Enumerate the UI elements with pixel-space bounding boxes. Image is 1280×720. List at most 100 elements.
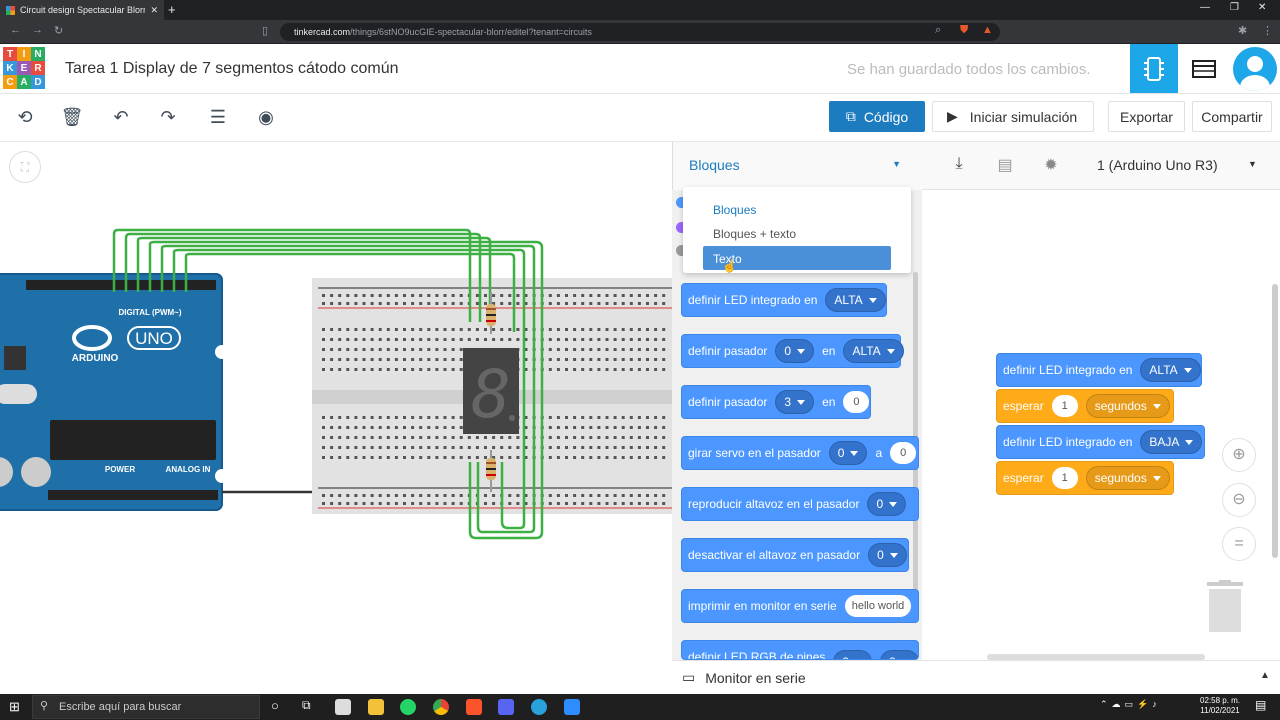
block-dropdown[interactable]: 0 — [828, 441, 868, 465]
url-field[interactable]: tinkercad.com/things/6stNO9ucGIE-spectac… — [280, 23, 1000, 41]
workspace-scrollbar-vertical[interactable] — [1272, 284, 1278, 558]
windows-start-icon[interactable]: ⊞ — [9, 699, 20, 715]
minimize-icon[interactable]: — — [1200, 2, 1210, 13]
block-dropdown[interactable]: 0 — [775, 339, 815, 363]
reload-icon[interactable]: ↻ — [54, 24, 63, 37]
brave-shield-icon[interactable]: ⛊ — [960, 24, 968, 37]
notifications-icon[interactable]: ▤ — [1255, 698, 1266, 712]
download-icon[interactable]: ⤓ — [948, 155, 970, 177]
rotate-icon[interactable]: ⟲ — [12, 104, 38, 130]
tinkercad-logo[interactable]: TINKERCAD — [3, 47, 45, 89]
redo-icon[interactable]: ↷ — [155, 104, 181, 130]
palette-block-rotate-servo[interactable]: girar servo en el pasador 0 a 0 — [681, 436, 919, 470]
user-avatar[interactable] — [1233, 47, 1277, 91]
taskbar-search[interactable]: Escribe aquí para buscar — [32, 695, 260, 719]
browser-tab[interactable]: Circuit design Spectacular Blorr | ✕ — [0, 0, 164, 20]
palette-block-set-pin-value[interactable]: definir pasador 3 en 0 — [681, 385, 871, 419]
workspace-block-wait-1[interactable]: esperar 1 segundos — [996, 389, 1174, 423]
workspace-block-set-led-low[interactable]: definir LED integrado en BAJA — [996, 425, 1205, 459]
close-tab-icon[interactable]: ✕ — [150, 5, 158, 16]
block-dropdown[interactable]: 0 — [868, 543, 907, 567]
workspace-block-set-led-high[interactable]: definir LED integrado en ALTA — [996, 353, 1202, 387]
block-dropdown[interactable]: 3 — [833, 650, 873, 659]
file-explorer-icon[interactable] — [368, 699, 384, 715]
delete-icon[interactable]: 🗑 — [59, 104, 85, 130]
brave-icon[interactable] — [466, 699, 482, 715]
forward-icon[interactable]: → — [32, 24, 43, 36]
notes-icon[interactable]: ☰ — [205, 104, 231, 130]
block-label: reproducir altavoz en el pasador — [688, 497, 860, 511]
app-icon[interactable] — [335, 699, 351, 715]
bookmark-icon[interactable]: ▯ — [262, 24, 268, 37]
block-label: definir LED RGB de pines — [688, 650, 826, 660]
chevron-down-icon[interactable]: ▼ — [1248, 159, 1257, 169]
palette-block-set-rgb-led[interactable]: definir LED RGB de pines 33 — [681, 640, 919, 660]
block-dropdown[interactable]: segundos — [1085, 466, 1170, 490]
block-dropdown[interactable]: 3 — [775, 390, 815, 414]
start-simulation-button[interactable]: ▶ Iniciar simulación — [932, 101, 1094, 132]
visibility-icon[interactable]: ◉ — [253, 104, 279, 130]
palette-block-print-serial[interactable]: imprimir en monitor en serie hello world — [681, 589, 919, 623]
palette-block-play-speaker[interactable]: reproducir altavoz en el pasador 0 — [681, 487, 919, 521]
block-dropdown[interactable]: 3 — [880, 650, 918, 659]
block-dropdown[interactable]: ALTA — [843, 339, 904, 363]
discord-icon[interactable] — [498, 699, 514, 715]
logo-letter: D — [31, 75, 45, 89]
block-label: en — [822, 344, 836, 358]
palette-block-turn-off-speaker[interactable]: desactivar el altavoz en pasador 0 — [681, 538, 909, 572]
block-label: definir pasador — [688, 344, 768, 358]
zoom-reset-icon[interactable]: = — [1222, 527, 1256, 561]
menu-item-blocks[interactable]: Bloques — [713, 203, 756, 217]
code-mode-select[interactable]: Bloques ▼ — [681, 150, 911, 180]
close-window-icon[interactable]: ✕ — [1258, 2, 1266, 13]
zoom-out-icon[interactable]: ⊖ — [1222, 483, 1256, 517]
logo-letter: K — [3, 61, 17, 75]
undo-icon[interactable]: ↶ — [108, 104, 134, 130]
board-select[interactable]: 1 (Arduino Uno R3) — [1097, 157, 1218, 173]
block-number-input[interactable]: 0 — [843, 391, 870, 413]
block-text-input[interactable]: hello world — [844, 595, 912, 617]
share-button[interactable]: Compartir — [1192, 101, 1272, 132]
zoom-in-icon[interactable]: ⊕ — [1222, 438, 1256, 472]
expand-monitor-icon[interactable]: ▲ — [1260, 670, 1270, 681]
workspace-block-wait-2[interactable]: esperar 1 segundos — [996, 461, 1174, 495]
export-button[interactable]: Exportar — [1108, 101, 1185, 132]
component-list-button[interactable] — [1180, 44, 1228, 93]
trash-can-icon[interactable] — [1207, 580, 1243, 632]
board-model: UNO — [135, 329, 173, 348]
tab-title: Circuit design Spectacular Blorr | — [20, 5, 146, 15]
debugger-bug-icon[interactable]: ✹ — [1040, 155, 1062, 177]
circuit-drawing[interactable]: UNO ARDUINO DIGITAL (PWM~) POWER ANALOG … — [0, 142, 672, 694]
maximize-icon[interactable]: ❐ — [1230, 2, 1239, 13]
telegram-icon[interactable] — [531, 699, 547, 715]
block-dropdown[interactable]: BAJA — [1140, 430, 1203, 454]
brave-rewards-icon[interactable]: ▲ — [982, 24, 993, 36]
block-dropdown[interactable]: ALTA — [1140, 358, 1201, 382]
whatsapp-icon[interactable] — [400, 699, 416, 715]
block-dropdown[interactable]: segundos — [1085, 394, 1170, 418]
chrome-icon[interactable] — [433, 699, 449, 715]
library-icon[interactable]: ▤ — [994, 155, 1016, 177]
menu-item-blocks-text[interactable]: Bloques + texto — [713, 227, 796, 241]
block-number-input[interactable]: 1 — [1051, 395, 1078, 417]
cortana-icon[interactable]: ○ — [271, 698, 279, 713]
menu-icon[interactable]: ⋮ — [1262, 24, 1273, 37]
task-view-icon[interactable]: ⧉ — [302, 698, 311, 713]
new-tab-icon[interactable]: + — [168, 2, 176, 17]
zoom-page-icon[interactable]: ⌕ — [935, 24, 941, 37]
palette-block-set-builtin-led[interactable]: definir LED integrado en ALTA — [681, 283, 887, 317]
system-tray-icons[interactable]: ⌃☁▭⚡♪ — [1100, 699, 1161, 710]
taskbar-clock[interactable]: 02:58 p. m. 11/02/2021 — [1200, 696, 1240, 716]
circuit-view-button[interactable] — [1130, 44, 1178, 93]
block-dropdown[interactable]: 0 — [867, 492, 907, 516]
block-number-input[interactable]: 0 — [890, 442, 917, 464]
serial-monitor-bar[interactable]: ▭ Monitor en serie — [672, 660, 1280, 694]
block-dropdown[interactable]: ALTA — [825, 288, 886, 312]
extensions-icon[interactable]: ✱ — [1238, 24, 1247, 37]
zoom-app-icon[interactable] — [564, 699, 580, 715]
block-number-input[interactable]: 1 — [1051, 467, 1078, 489]
code-button[interactable]: ⧉ Código — [829, 101, 925, 132]
back-icon[interactable]: ← — [10, 24, 21, 36]
palette-block-set-pin[interactable]: definir pasador 0 en ALTA — [681, 334, 904, 368]
design-title[interactable]: Tarea 1 Display de 7 segmentos cátodo co… — [65, 60, 399, 78]
